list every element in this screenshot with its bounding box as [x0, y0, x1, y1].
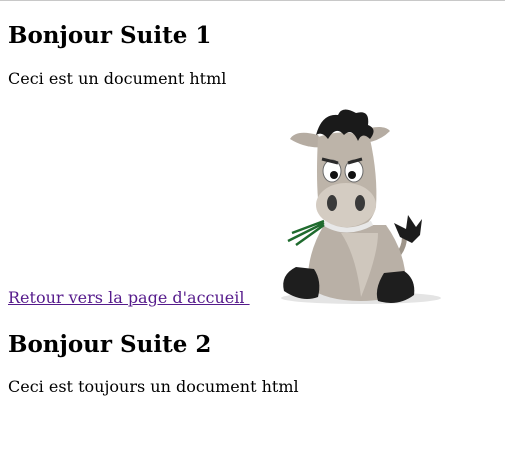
- home-link[interactable]: Retour vers la page d'accueil: [8, 290, 250, 306]
- section-1-heading: Bonjour Suite 1: [8, 22, 212, 49]
- section-2-paragraph: Ceci est toujours un document html: [8, 377, 299, 396]
- section-1-paragraph: Ceci est un document html: [8, 69, 227, 88]
- section-2-heading: Bonjour Suite 2: [8, 331, 212, 358]
- home-link-container: Retour vers la page d'accueil: [8, 105, 448, 309]
- donkey-mascot-icon: [281, 109, 441, 304]
